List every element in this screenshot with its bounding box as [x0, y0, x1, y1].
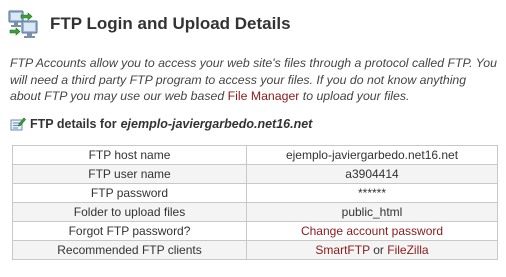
page-header: FTP Login and Upload Details — [8, 8, 291, 40]
file-manager-link[interactable]: File Manager — [228, 89, 300, 103]
intro-paragraph: FTP Accounts allow you to access your we… — [10, 55, 498, 105]
table-row: Folder to upload files public_html — [12, 202, 498, 222]
table-row: FTP user name a3904414 — [12, 164, 498, 184]
ftp-details-table: FTP host name ejemplo-javiergarbedo.net1… — [12, 145, 498, 260]
page-title: FTP Login and Upload Details — [50, 14, 291, 33]
ftp-password-value: ****** — [246, 183, 498, 203]
row-label-upload-folder: Folder to upload files — [12, 202, 247, 222]
row-label-ftp-user-name: FTP user name — [12, 164, 247, 184]
ftp-user-name-value: a3904414 — [246, 164, 498, 184]
filezilla-link[interactable]: FileZilla — [387, 243, 428, 257]
clients-separator: or — [373, 243, 384, 257]
change-account-password-link[interactable]: Change account password — [301, 224, 443, 238]
ftp-clients-cell: SmartFTP or FileZilla — [246, 240, 498, 260]
ftp-computers-icon — [8, 10, 38, 38]
change-password-cell: Change account password — [246, 221, 498, 241]
intro-text-after: to upload your files. — [302, 89, 410, 103]
edit-note-icon — [10, 117, 26, 131]
ftp-details-heading: FTP details for ejemplo-javiergarbedo.ne… — [10, 115, 312, 133]
row-label-ftp-password: FTP password — [12, 183, 247, 203]
ftp-details-heading-prefix: FTP details for — [30, 117, 117, 131]
ftp-host-name-value: ejemplo-javiergarbedo.net16.net — [246, 145, 498, 165]
row-label-forgot-password: Forgot FTP password? — [12, 221, 247, 241]
upload-folder-value: public_html — [246, 202, 498, 222]
row-label-ftp-host-name: FTP host name — [12, 145, 247, 165]
table-row: FTP password ****** — [12, 183, 498, 203]
ftp-details-domain: ejemplo-javiergarbedo.net16.net — [120, 117, 313, 131]
table-row: FTP host name ejemplo-javiergarbedo.net1… — [12, 145, 498, 165]
table-row: Forgot FTP password? Change account pass… — [12, 221, 498, 241]
row-label-recommended-clients: Recommended FTP clients — [12, 240, 247, 260]
smartftp-link[interactable]: SmartFTP — [315, 243, 369, 257]
table-row: Recommended FTP clients SmartFTP or File… — [12, 240, 498, 260]
